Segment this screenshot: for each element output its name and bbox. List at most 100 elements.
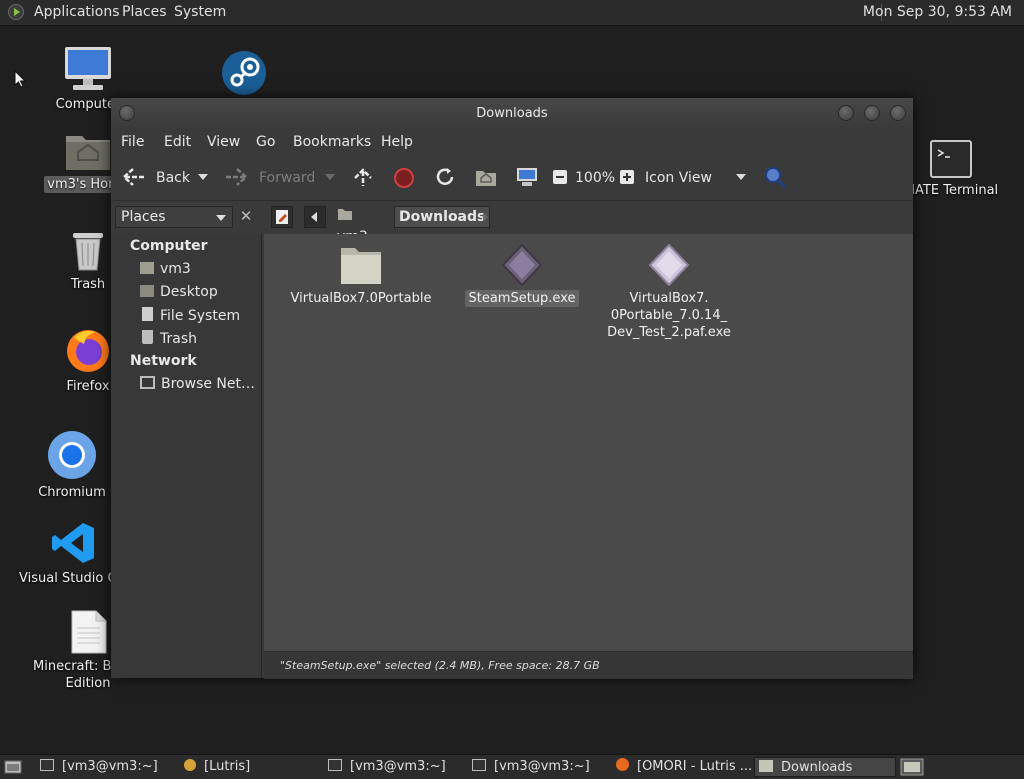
top-panel: Applications Places System Mon Sep 30, 9… xyxy=(0,0,1024,26)
file-name-line-3: Dev_Test_2.paf.exe xyxy=(607,325,731,340)
forward-history-dropdown-icon xyxy=(325,174,335,180)
lutris-icon xyxy=(184,759,196,771)
firefox-icon xyxy=(616,758,629,771)
sidebar-item-vm3[interactable]: vm3 xyxy=(140,261,191,281)
bottom-taskbar: [vm3@vm3:~] [Lutris] [vm3@vm3:~] [vm3@vm… xyxy=(0,754,1024,779)
computer-location-icon[interactable] xyxy=(516,166,538,188)
file-name: VirtualBox7.0Portable xyxy=(290,291,432,306)
breadcrumb-vm3[interactable]: vm3 xyxy=(333,206,389,245)
location-edit-button[interactable] xyxy=(271,206,293,228)
view-mode-select[interactable]: Icon View xyxy=(645,170,712,186)
terminal-icon xyxy=(472,759,486,771)
sidebar-type-label: Places xyxy=(121,209,166,225)
workspace-switcher-icon[interactable] xyxy=(900,758,924,776)
desktop-icon-vscode[interactable]: Visual Studio Code xyxy=(19,520,141,587)
zoom-in-icon[interactable] xyxy=(619,169,635,185)
desktop-icon-steam[interactable] xyxy=(194,50,294,100)
file-view[interactable]: VirtualBox7.0Portable SteamSetup.exe Vir… xyxy=(264,234,913,651)
sidebar-item-browse-network[interactable]: Browse Net… xyxy=(140,376,255,396)
breadcrumb-downloads[interactable]: Downloads xyxy=(394,206,491,228)
reload-icon[interactable] xyxy=(434,166,456,188)
chromium-icon xyxy=(48,431,96,479)
terminal-icon xyxy=(40,759,54,771)
back-history-dropdown-icon[interactable] xyxy=(198,174,208,180)
task-lutris[interactable]: [Lutris] xyxy=(180,757,320,777)
steam-icon xyxy=(222,51,266,95)
file-manager-window: Downloads File Edit View Go Bookmarks He… xyxy=(111,98,913,679)
trash-icon xyxy=(73,233,103,271)
forward-button: Forward xyxy=(259,170,316,186)
file-name-line-1: VirtualBox7. xyxy=(629,291,709,306)
view-mode-chevron-down-icon[interactable] xyxy=(736,174,746,180)
desktop-icon-label: Visual Studio Code xyxy=(19,571,141,586)
exe-icon xyxy=(648,243,690,287)
menu-help[interactable]: Help xyxy=(381,134,413,150)
desktop-icon-chromium[interactable]: Chromium xyxy=(22,430,122,501)
applications-menu[interactable]: Applications xyxy=(34,4,120,20)
breadcrumb-scroll-left[interactable] xyxy=(304,206,326,228)
file-name-line-2: 0Portable_7.0.14_ xyxy=(610,308,728,323)
up-arrow-icon[interactable] xyxy=(352,166,374,188)
sidebar-type-select[interactable]: Places xyxy=(115,206,233,228)
task-terminal-3[interactable]: [vm3@vm3:~] xyxy=(468,757,608,777)
clock[interactable]: Mon Sep 30, 9:53 AM xyxy=(863,4,1012,20)
file-item-virtualbox-paf[interactable]: VirtualBox7. 0Portable_7.0.14_ Dev_Test_… xyxy=(599,243,739,341)
close-sidebar-icon[interactable]: ✕ xyxy=(235,206,257,228)
close-button[interactable] xyxy=(890,105,906,121)
system-menu[interactable]: System xyxy=(174,4,226,20)
menubar: File Edit View Go Bookmarks Help xyxy=(111,129,913,155)
network-icon xyxy=(140,376,155,389)
desktop-icon-terminal[interactable]: MATE Terminal xyxy=(901,140,1001,199)
desktop-icon-label: MATE Terminal xyxy=(903,183,999,198)
toolbar: Back Forward 100% Icon View xyxy=(111,155,913,201)
chevron-down-icon xyxy=(216,215,226,221)
chevron-left-icon xyxy=(311,212,317,222)
terminal-icon xyxy=(328,759,342,771)
status-text: "SteamSetup.exe" selected (2.4 MB), Free… xyxy=(280,659,600,672)
task-terminal-2[interactable]: [vm3@vm3:~] xyxy=(324,757,464,777)
task-downloads[interactable]: Downloads xyxy=(754,757,896,777)
window-title: Downloads xyxy=(476,106,548,121)
zoom-out-icon[interactable] xyxy=(552,169,568,185)
back-button[interactable]: Back xyxy=(156,170,190,186)
menu-bookmarks[interactable]: Bookmarks xyxy=(293,134,371,150)
file-item-steamsetup[interactable]: SteamSetup.exe xyxy=(452,243,592,307)
task-firefox-omori[interactable]: [OMORI - Lutris ... xyxy=(612,757,752,777)
folder-icon xyxy=(341,248,381,284)
location-bar: Places ✕ vm3 Downloads xyxy=(111,201,913,245)
menu-go[interactable]: Go xyxy=(256,134,275,150)
search-icon[interactable] xyxy=(763,165,787,189)
menu-file[interactable]: File xyxy=(121,134,144,150)
menu-edit[interactable]: Edit xyxy=(164,134,191,150)
places-sidebar: Computer vm3 Desktop File System Trash N… xyxy=(111,234,262,678)
window-titlebar[interactable]: Downloads xyxy=(111,98,913,129)
home-icon[interactable] xyxy=(475,167,497,187)
maximize-button[interactable] xyxy=(864,105,880,121)
home-folder-icon xyxy=(338,209,352,220)
task-terminal-1[interactable]: [vm3@vm3:~] xyxy=(36,757,176,777)
document-icon xyxy=(71,610,107,654)
vscode-icon xyxy=(52,523,94,563)
chevron-right-icon[interactable] xyxy=(483,213,488,221)
back-arrow-icon[interactable] xyxy=(121,167,145,187)
stop-icon[interactable] xyxy=(393,167,415,189)
forward-arrow-icon xyxy=(226,168,248,186)
terminal-icon xyxy=(930,140,972,178)
sidebar-item-file-system[interactable]: File System xyxy=(140,307,240,327)
edit-location-icon xyxy=(276,210,288,224)
file-item-virtualbox-folder[interactable]: VirtualBox7.0Portable xyxy=(281,244,441,307)
file-name: SteamSetup.exe xyxy=(452,290,592,307)
sidebar-item-trash[interactable]: Trash xyxy=(140,330,197,350)
show-desktop-icon[interactable] xyxy=(4,759,22,775)
mate-logo-icon[interactable] xyxy=(8,4,24,20)
sidebar-header-network: Network xyxy=(130,353,197,369)
mouse-cursor-icon xyxy=(14,70,26,88)
menu-view[interactable]: View xyxy=(207,134,240,150)
places-menu[interactable]: Places xyxy=(122,4,167,20)
sidebar-item-desktop[interactable]: Desktop xyxy=(140,284,218,304)
zoom-level[interactable]: 100% xyxy=(575,170,615,186)
minimize-button[interactable] xyxy=(838,105,854,121)
firefox-icon xyxy=(67,330,109,372)
computer-icon xyxy=(65,47,111,90)
home-folder-icon xyxy=(66,136,110,170)
